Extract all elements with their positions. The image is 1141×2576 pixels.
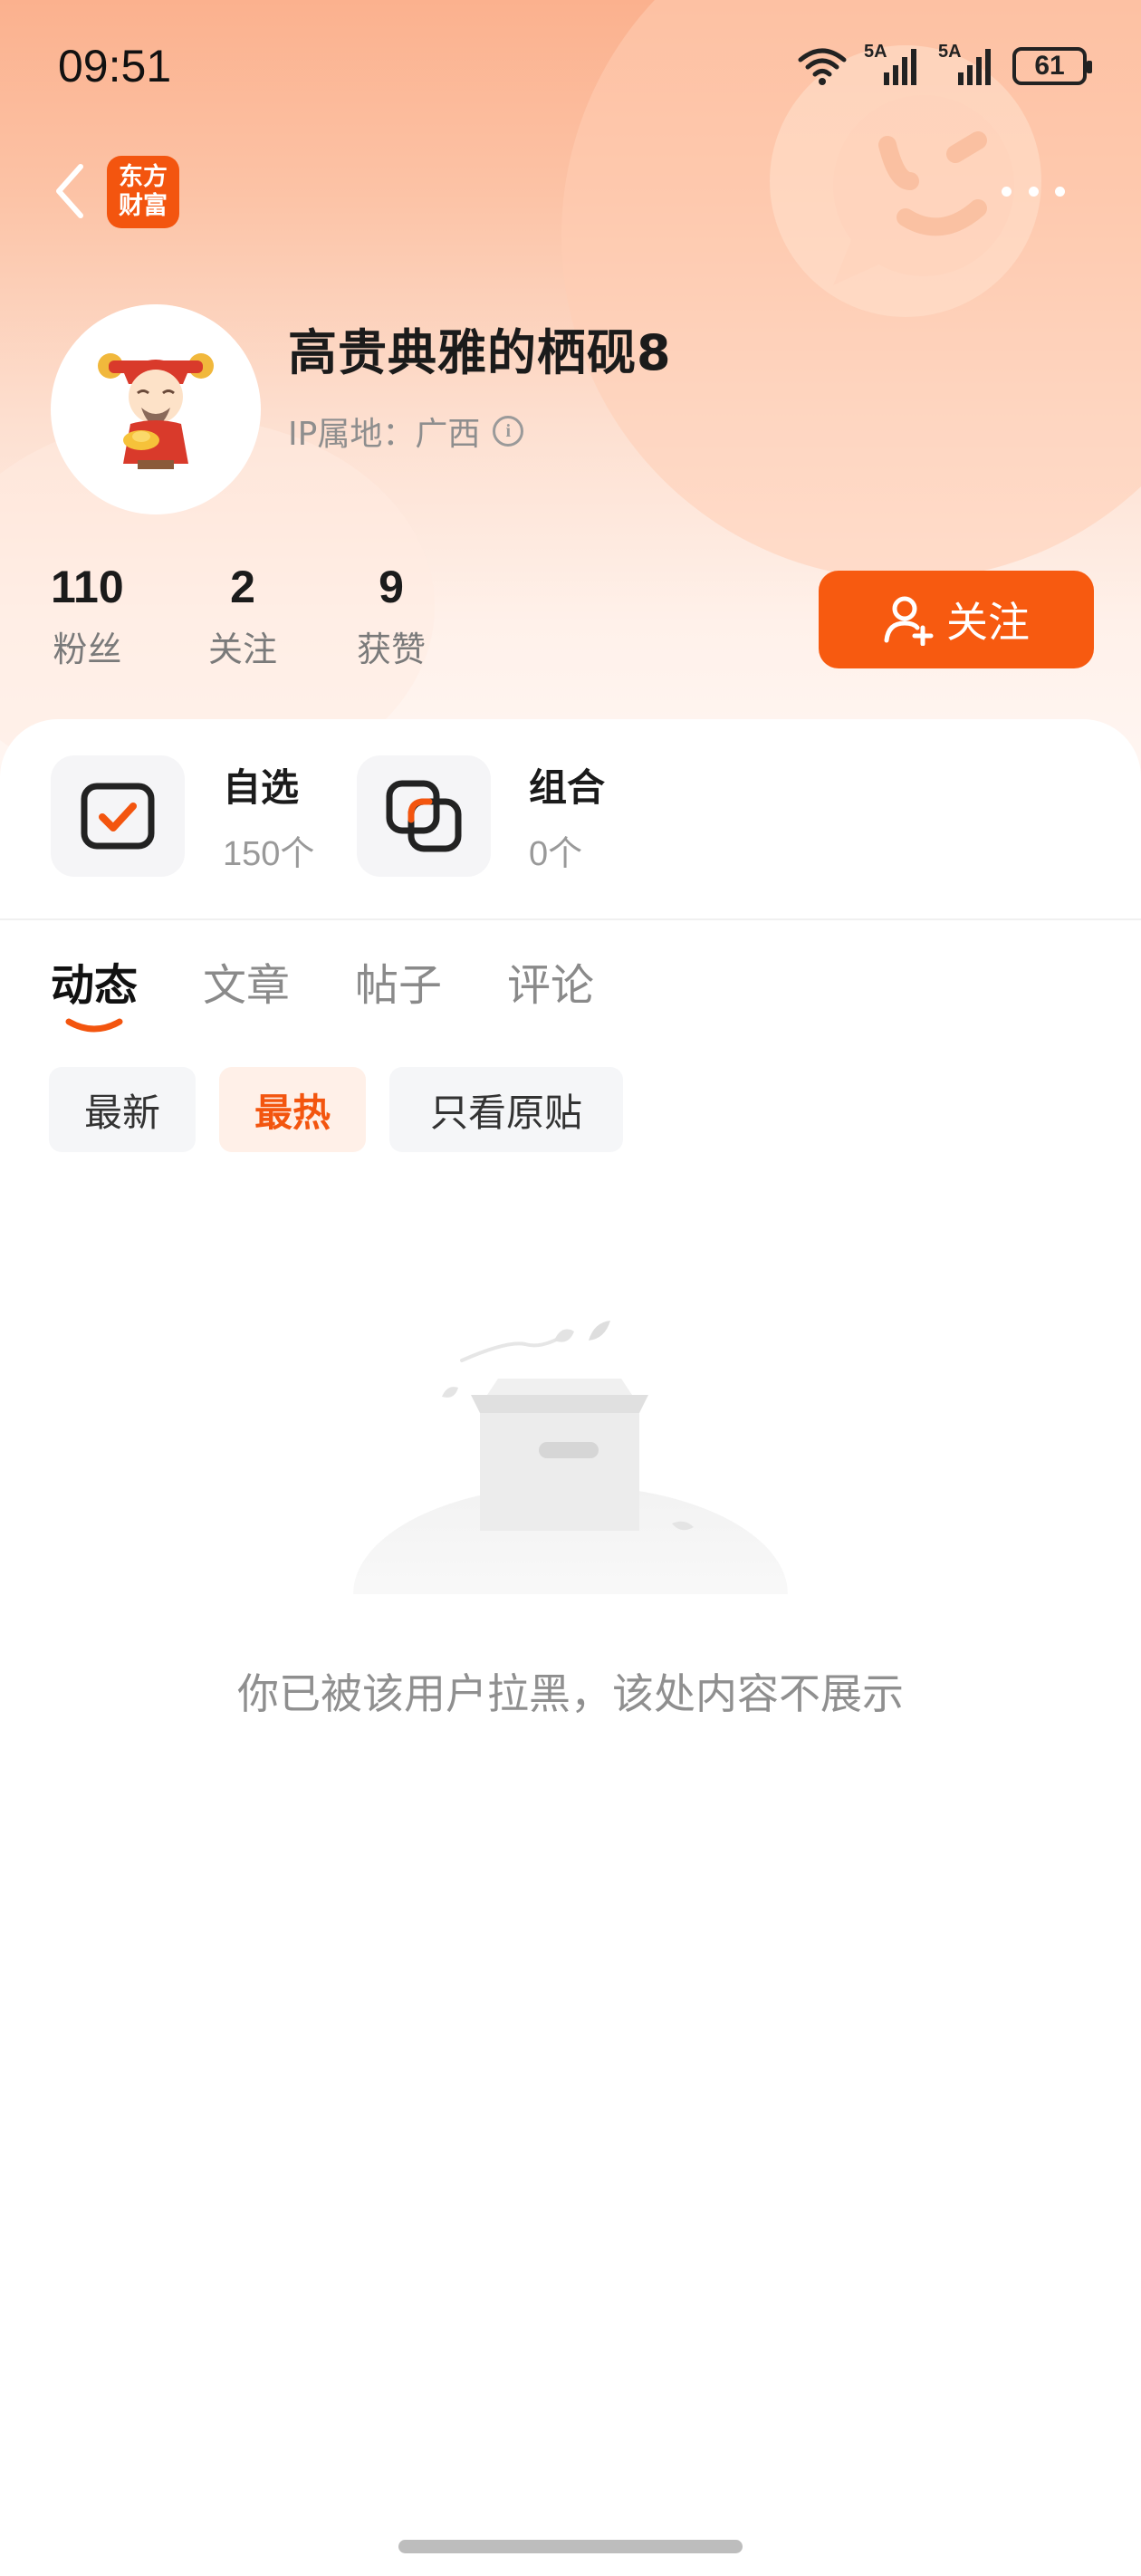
watchlist-check-icon — [81, 783, 155, 850]
logo-text-line2: 财富 — [119, 192, 168, 220]
stat-value: 9 — [379, 562, 404, 612]
stat-label: 关注 — [208, 630, 278, 669]
asset-count: 150个 — [223, 835, 315, 873]
back-button[interactable] — [47, 159, 92, 223]
watchlist-text: 自选 150个 — [223, 757, 314, 875]
stat-value: 2 — [230, 562, 255, 612]
ip-location-row: IP属地：广西 i — [288, 408, 524, 455]
stat-followers[interactable]: 110 粉丝 — [51, 560, 124, 671]
stat-label: 获赞 — [357, 630, 427, 669]
more-button[interactable] — [1002, 178, 1065, 205]
filter-latest[interactable]: 最新 — [49, 1067, 196, 1152]
username: 高贵典雅的栖砚8 — [288, 324, 672, 381]
tab-posts[interactable]: 帖子 — [355, 949, 442, 1013]
more-dot — [1002, 186, 1012, 197]
portfolio-entry[interactable]: 组合 0个 — [357, 755, 605, 877]
stat-likes[interactable]: 9 获赞 — [357, 560, 426, 671]
status-icons: 5A 5A 61 — [797, 42, 1092, 87]
portfolio-icon — [386, 780, 462, 852]
portfolio-icon-box — [357, 755, 491, 877]
portfolio-text: 组合 0个 — [529, 757, 605, 875]
signal-2: 5A — [938, 42, 996, 87]
tab-comments[interactable]: 评论 — [507, 949, 594, 1013]
asset-count: 0个 — [529, 835, 583, 873]
signal-bars-icon — [958, 49, 991, 85]
back-icon — [56, 164, 83, 218]
watchlist-entry[interactable]: 自选 150个 — [51, 755, 314, 877]
signal-1: 5A — [864, 42, 922, 87]
stat-following[interactable]: 2 关注 — [208, 560, 277, 671]
empty-box-illustration — [353, 1321, 788, 1594]
fortune-god-avatar-icon — [98, 353, 214, 469]
asset-title: 组合 — [529, 765, 606, 810]
stat-value: 110 — [51, 562, 124, 612]
status-bar: 09:51 5A 5A 61 — [0, 0, 1141, 136]
watchlist-icon-box — [51, 755, 185, 877]
more-dot — [1055, 186, 1065, 197]
follow-label: 关注 — [946, 598, 1030, 647]
section-divider — [0, 918, 1141, 920]
filter-hot[interactable]: 最热 — [219, 1067, 366, 1152]
ip-location: IP属地：广西 — [288, 416, 481, 453]
battery-icon: 61 — [1012, 47, 1092, 85]
battery-level: 61 — [1034, 51, 1065, 81]
wifi-icon — [798, 48, 847, 85]
stat-label: 粉丝 — [53, 630, 122, 669]
asset-title: 自选 — [223, 765, 300, 810]
app-logo[interactable]: 东方 财富 — [107, 156, 179, 228]
tab-articles[interactable]: 文章 — [203, 949, 290, 1013]
avatar[interactable] — [51, 304, 261, 514]
more-dot — [1028, 186, 1039, 197]
home-indicator[interactable] — [398, 2540, 743, 2553]
filter-original-only[interactable]: 只看原贴 — [389, 1067, 623, 1152]
empty-state-message: 你已被该用户拉黑，该处内容不展示 — [237, 1669, 904, 1718]
status-time: 09:51 — [58, 41, 172, 91]
tab-activity[interactable]: 动态 — [51, 949, 138, 1013]
logo-text-line1: 东方 — [119, 163, 168, 191]
tab-active-indicator — [65, 1018, 123, 1033]
follow-button[interactable]: 关注 — [819, 571, 1094, 668]
info-icon[interactable]: i — [493, 416, 524, 447]
add-user-icon — [884, 596, 934, 646]
signal-bars-icon — [884, 49, 916, 85]
